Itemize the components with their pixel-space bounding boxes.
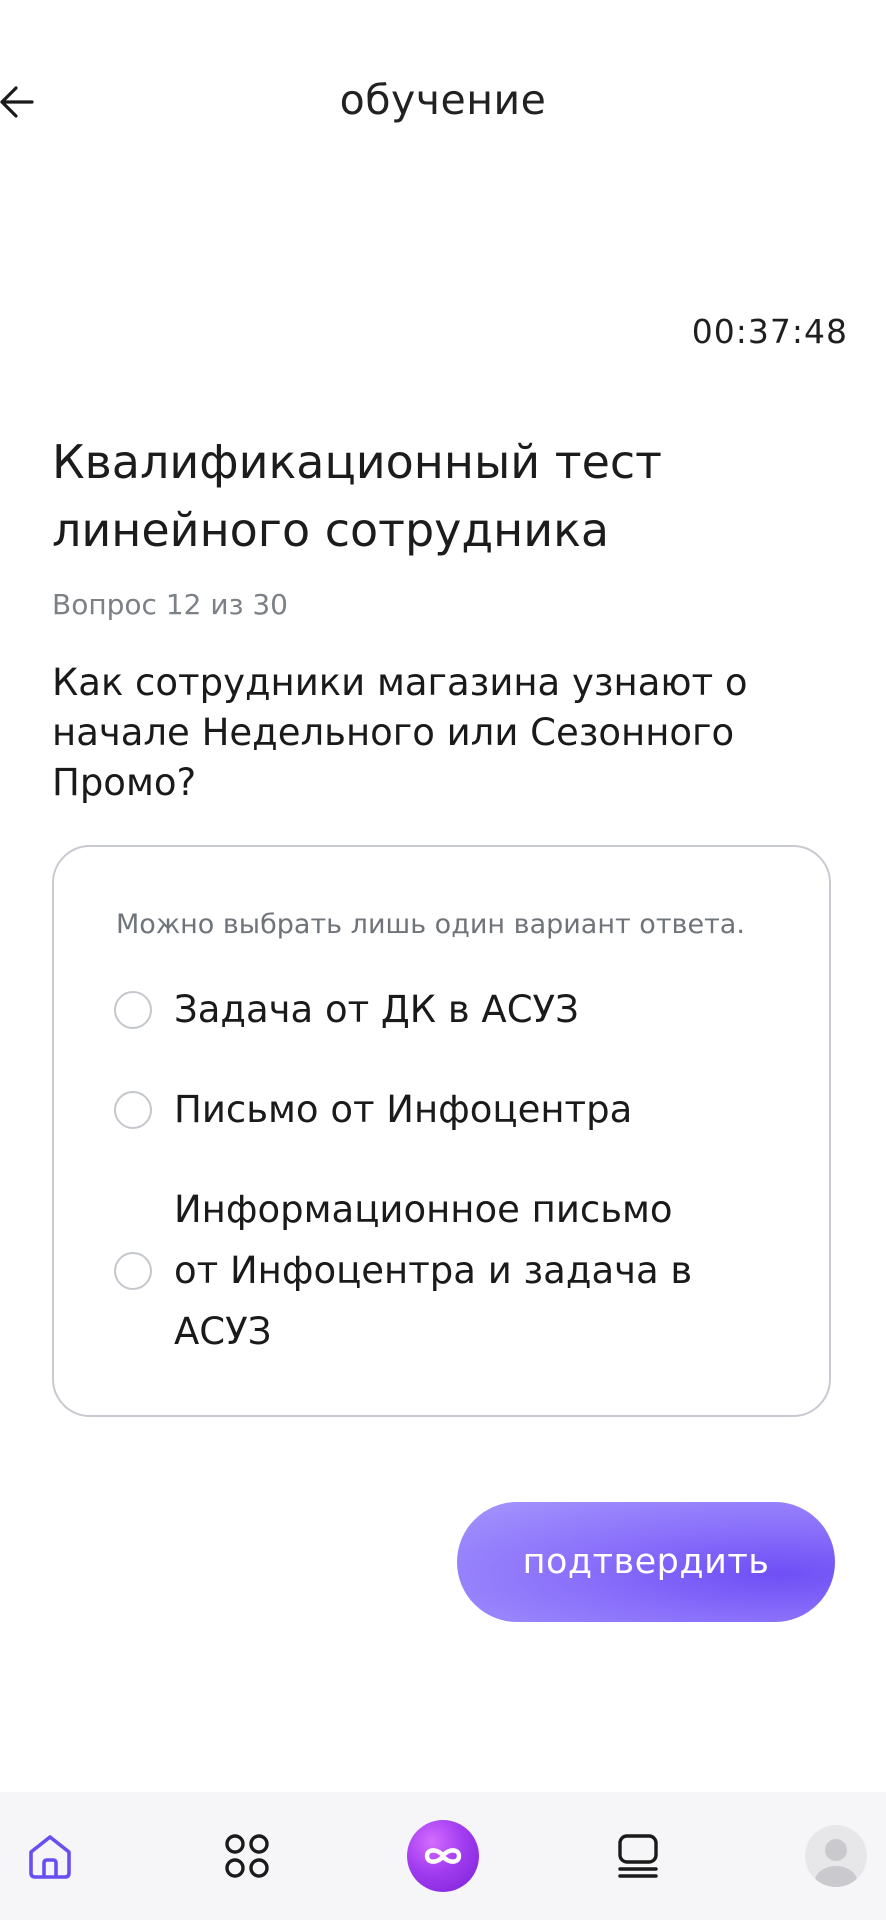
answer-option-label: Письмо от Инфоцентра	[174, 1088, 633, 1131]
list-icon	[618, 1834, 658, 1878]
nav-home[interactable]	[0, 1792, 100, 1920]
nav-profile[interactable]	[786, 1792, 886, 1920]
center-orb	[407, 1820, 479, 1892]
nav-catalog[interactable]	[197, 1792, 297, 1920]
answer-option-2[interactable]: Письмо от Инфоцентра	[114, 1079, 794, 1140]
answer-option-label: Информационное письмо от Инфоцентра и за…	[174, 1179, 692, 1362]
radio-button[interactable]	[114, 1090, 152, 1129]
answer-hint: Можно выбрать лишь один вариант ответа.	[116, 909, 745, 940]
timer: 00:37:48	[691, 312, 848, 351]
test-title: Квалификационный тест линейного сотрудни…	[52, 428, 812, 564]
answer-option-label: Задача от ДК в АСУЗ	[174, 988, 579, 1031]
radio-button[interactable]	[114, 990, 152, 1029]
radio-button[interactable]	[114, 1251, 152, 1290]
test-title-line-2: линейного сотрудника	[52, 503, 610, 557]
avatar	[805, 1825, 867, 1887]
answer-option-label-line-2: от Инфоцентра и задача в	[174, 1249, 693, 1292]
question-text: Как сотрудники магазина узнают о начале …	[52, 661, 748, 804]
answer-option-3[interactable]: Информационное письмо от Инфоцентра и за…	[114, 1179, 794, 1362]
header: обучение	[0, 0, 886, 200]
nav-center[interactable]	[393, 1792, 493, 1920]
page-title: обучение	[339, 76, 547, 124]
home-icon	[29, 1835, 71, 1879]
bottom-nav	[0, 1792, 886, 1920]
confirm-button[interactable]: подтвердить	[457, 1502, 835, 1622]
avatar-icon	[815, 1839, 857, 1887]
answer-option-1[interactable]: Задача от ДК в АСУЗ	[114, 979, 794, 1040]
answer-card: Можно выбрать лишь один вариант ответа. …	[52, 845, 831, 1417]
nav-courses[interactable]	[588, 1792, 688, 1920]
test-title-line-1: Квалификационный тест	[52, 435, 662, 489]
answer-option-label-line-1: Информационное письмо	[174, 1188, 673, 1231]
infinity-icon	[424, 1848, 462, 1864]
question-counter: Вопрос 12 из 30	[52, 588, 288, 621]
grid-icon	[225, 1834, 269, 1878]
answer-option-label-line-3: АСУЗ	[174, 1310, 272, 1353]
